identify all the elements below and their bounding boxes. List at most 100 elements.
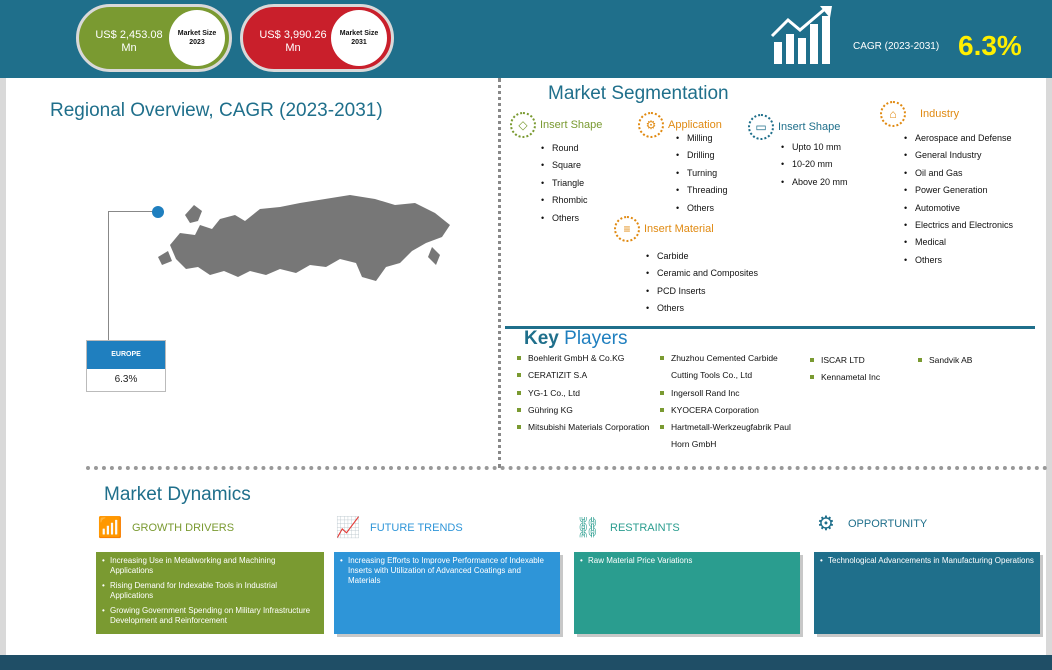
segment-insert-material-header: ≡ Insert Material bbox=[614, 216, 714, 242]
key-players-column-2: Zhuzhou Cemented Carbide Cutting Tools C… bbox=[660, 350, 805, 454]
region-marker-dot[interactable] bbox=[152, 206, 164, 218]
list-item: Mitsubishi Materials Corporation bbox=[517, 419, 657, 436]
list-item: Technological Advancements in Manufactur… bbox=[820, 556, 1034, 566]
diamond-shape-icon: ◇ bbox=[510, 112, 536, 138]
list-item: Others bbox=[904, 252, 1013, 270]
list-item: Milling bbox=[676, 130, 728, 148]
market-size-2023-value: US$ 2,453.08 Mn bbox=[95, 29, 163, 54]
list-item: Ingersoll Rand Inc bbox=[660, 385, 805, 402]
section-title: OPPORTUNITY bbox=[848, 518, 928, 530]
list-item: Kennametal Inc bbox=[810, 369, 910, 386]
list-item: Automotive bbox=[904, 200, 1013, 218]
section-title: GROWTH DRIVERS bbox=[132, 522, 235, 534]
key-players-column-3: ISCAR LTD Kennametal Inc bbox=[810, 352, 910, 387]
segment-insert-size-header: ▭ Insert Shape bbox=[748, 114, 840, 140]
segment-insert-shape-list: Round Square Triangle Rhombic Others bbox=[541, 140, 588, 227]
bar-chart-icon: 📶 bbox=[97, 517, 123, 539]
list-item: Rhombic bbox=[541, 192, 588, 210]
vertical-divider bbox=[498, 78, 501, 468]
factory-icon: ⌂ bbox=[880, 101, 906, 127]
list-item: Square bbox=[541, 157, 588, 175]
list-item: KYOCERA Corporation bbox=[660, 402, 805, 419]
market-size-2031-label: Market Size bbox=[339, 30, 379, 37]
restraints-header: ⛓ RESTRAINTS bbox=[574, 514, 680, 542]
key-players-title-key: Key bbox=[524, 328, 559, 349]
world-map-europe-asia bbox=[158, 195, 450, 281]
cagr-value: 6.3% bbox=[958, 30, 1022, 61]
segment-insert-material-list: Carbide Ceramic and Composites PCD Inser… bbox=[646, 248, 758, 318]
list-item: Power Generation bbox=[904, 182, 1013, 200]
segment-industry-header: ⌂ Industry bbox=[880, 101, 959, 127]
cagr-label: CAGR (2023-2031) bbox=[853, 41, 940, 52]
list-item: Drilling bbox=[676, 147, 728, 165]
region-card-europe[interactable]: EUROPE 6.3% bbox=[86, 340, 166, 392]
future-trends-box: Increasing Efforts to Improve Performanc… bbox=[334, 552, 560, 634]
key-players-column-4: Sandvik AB bbox=[918, 352, 1018, 369]
list-item: ISCAR LTD bbox=[810, 352, 910, 369]
growth-chart-icon bbox=[770, 6, 832, 64]
list-item: Triangle bbox=[541, 175, 588, 193]
list-item: Round bbox=[541, 140, 588, 158]
list-item: 10-20 mm bbox=[781, 156, 848, 174]
growth-drivers-header: 📶 GROWTH DRIVERS bbox=[96, 514, 235, 542]
list-item: Gühring KG bbox=[517, 402, 657, 419]
list-item: Electrics and Electronics bbox=[904, 217, 1013, 235]
list-item: Above 20 mm bbox=[781, 174, 848, 192]
footer-bar bbox=[0, 655, 1052, 670]
list-item: Zhuzhou Cemented Carbide Cutting Tools C… bbox=[660, 350, 805, 385]
segment-title: Insert Shape bbox=[540, 119, 603, 131]
region-connector-line bbox=[108, 211, 158, 341]
header-banner: US$ 2,453.08 Mn Market Size 2023 US$ 3,9… bbox=[0, 0, 1052, 78]
future-trends-header: 📈 FUTURE TRENDS bbox=[334, 514, 463, 542]
segment-insert-size-list: Upto 10 mm 10-20 mm Above 20 mm bbox=[781, 139, 848, 192]
key-players-title-players: Players bbox=[564, 328, 628, 349]
list-item: Boehlerit GmbH & Co.KG bbox=[517, 350, 657, 367]
list-item: Carbide bbox=[646, 248, 758, 266]
market-size-2031-year: 2031 bbox=[351, 39, 367, 46]
market-size-2031-pill: US$ 3,990.26 Mn Market Size 2031 bbox=[240, 4, 394, 72]
growth-drivers-box: Increasing Use in Metalworking and Machi… bbox=[96, 552, 324, 634]
market-size-2031-value: US$ 3,990.26 Mn bbox=[259, 29, 327, 54]
list-item: Others bbox=[676, 200, 728, 218]
trend-chart-icon: 📈 bbox=[335, 517, 361, 539]
region-name: EUROPE bbox=[87, 341, 165, 369]
cog-application-icon: ⚙ bbox=[638, 112, 664, 138]
list-item: Others bbox=[541, 210, 588, 228]
list-item: Growing Government Spending on Military … bbox=[102, 606, 318, 626]
region-cagr: 6.3% bbox=[114, 374, 138, 385]
key-players-title: Key Players bbox=[524, 328, 628, 350]
gear-icon: ⚙ bbox=[817, 513, 835, 535]
right-border bbox=[1046, 78, 1052, 668]
market-size-2023-year: 2023 bbox=[189, 39, 205, 46]
segment-title: Industry bbox=[920, 108, 960, 120]
size-ruler-icon: ▭ bbox=[748, 114, 774, 140]
list-item: Raw Material Price Variations bbox=[580, 556, 794, 566]
list-item: Hartmetall-Werkzeugfabrik Paul Horn GmbH bbox=[660, 419, 805, 454]
opportunity-header: ⚙ OPPORTUNITY bbox=[812, 510, 927, 538]
list-item: Increasing Use in Metalworking and Machi… bbox=[102, 556, 318, 576]
list-item: Rising Demand for Indexable Tools in Ind… bbox=[102, 581, 318, 601]
section-title: RESTRAINTS bbox=[610, 522, 680, 534]
list-item: PCD Inserts bbox=[646, 283, 758, 301]
list-item: Upto 10 mm bbox=[781, 139, 848, 157]
left-border bbox=[0, 78, 6, 668]
market-size-2023-pill: US$ 2,453.08 Mn Market Size 2023 bbox=[76, 4, 232, 72]
horizontal-divider bbox=[86, 466, 1048, 470]
opportunity-box: Technological Advancements in Manufactur… bbox=[814, 552, 1040, 634]
list-item: Threading bbox=[676, 182, 728, 200]
chain-link-icon: ⛓ bbox=[575, 517, 601, 539]
market-dynamics-title: Market Dynamics bbox=[104, 484, 251, 505]
list-item: Aerospace and Defense bbox=[904, 130, 1013, 148]
list-item: Oil and Gas bbox=[904, 165, 1013, 183]
restraints-box: Raw Material Price Variations bbox=[574, 552, 800, 634]
segment-title: Insert Shape bbox=[778, 121, 841, 133]
list-item: Others bbox=[646, 300, 758, 318]
segment-insert-shape-header: ◇ Insert Shape bbox=[510, 112, 602, 138]
material-layers-icon: ≡ bbox=[614, 216, 640, 242]
list-item: Increasing Efforts to Improve Performanc… bbox=[340, 556, 554, 586]
list-item: Ceramic and Composites bbox=[646, 265, 758, 283]
segment-title: Insert Material bbox=[644, 223, 714, 235]
list-item: Turning bbox=[676, 165, 728, 183]
segment-application-list: Milling Drilling Turning Threading Other… bbox=[676, 130, 728, 217]
key-players-column-1: Boehlerit GmbH & Co.KG CERATIZIT S.A YG-… bbox=[517, 350, 657, 436]
